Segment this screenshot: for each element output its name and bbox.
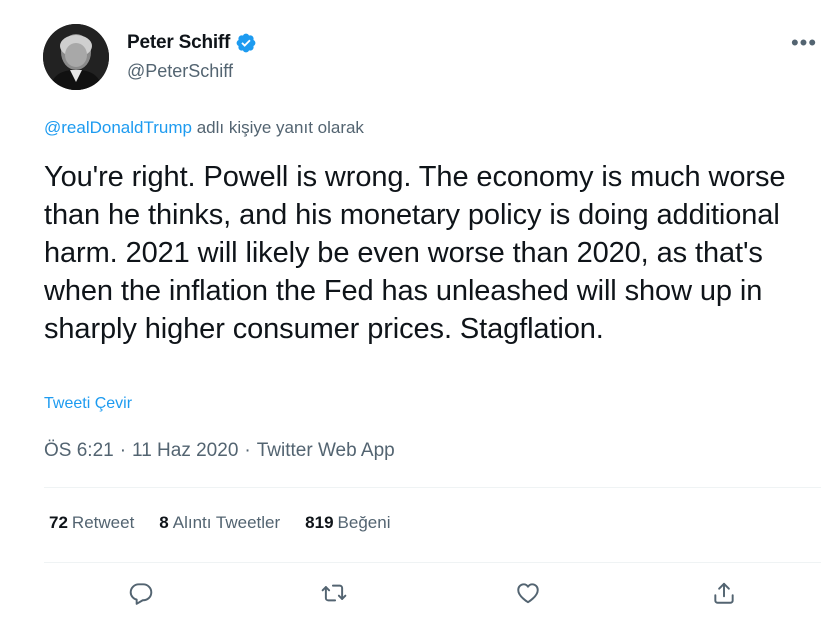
retweets-label: Retweet xyxy=(71,513,135,532)
retweet-button[interactable] xyxy=(316,575,352,611)
quotes-count: 8 xyxy=(159,513,169,532)
reply-mention-link[interactable]: @realDonaldTrump xyxy=(44,118,192,137)
like-icon xyxy=(517,583,539,604)
avatar-photo xyxy=(43,24,109,90)
tweet-metadata: ÖS 6:21 · 11 Haz 2020 · Twitter Web App xyxy=(44,440,395,462)
tweet-text: You're right. Powell is wrong. The econo… xyxy=(44,161,786,345)
author-display-name[interactable]: Peter Schiff xyxy=(127,32,230,54)
likes-label: Beğeni xyxy=(337,513,391,532)
retweets-count: 72 xyxy=(49,513,68,532)
reply-icon xyxy=(129,583,153,605)
tweet-detail: Peter Schiff @PeterSchiff ••• @realDonal… xyxy=(0,0,833,642)
verified-badge-icon xyxy=(235,32,257,54)
retweet-icon xyxy=(321,584,347,602)
quotes-stat[interactable]: 8 Alıntı Tweetler xyxy=(159,513,280,533)
tweet-date[interactable]: 11 Haz 2020 xyxy=(132,440,238,461)
meta-separator: · xyxy=(119,440,127,461)
likes-stat[interactable]: 819 Beğeni xyxy=(305,513,390,533)
translate-tweet-link[interactable]: Tweeti Çevir xyxy=(44,395,132,413)
author-handle[interactable]: @PeterSchiff xyxy=(127,61,233,82)
reply-context: @realDonaldTrump adlı kişiye yanıt olara… xyxy=(44,118,364,138)
divider xyxy=(44,562,821,563)
engagement-stats: 72 Retweet 8 Alıntı Tweetler 819 Beğeni xyxy=(49,513,390,533)
author-name-row[interactable]: Peter Schiff xyxy=(127,32,257,54)
reply-context-text: adlı kişiye yanıt olarak xyxy=(191,118,364,137)
share-button[interactable] xyxy=(706,575,742,611)
tweet-time[interactable]: ÖS 6:21 xyxy=(44,440,114,461)
like-button[interactable] xyxy=(510,575,546,611)
more-horizontal-icon: ••• xyxy=(790,30,818,55)
likes-count: 819 xyxy=(305,513,334,532)
share-icon xyxy=(714,582,734,604)
divider xyxy=(44,487,821,488)
more-options-button[interactable]: ••• xyxy=(789,28,819,58)
reply-button[interactable] xyxy=(123,575,159,611)
meta-separator: · xyxy=(244,440,251,461)
action-bar xyxy=(0,575,833,611)
retweets-stat[interactable]: 72 Retweet xyxy=(49,513,134,533)
avatar[interactable] xyxy=(43,24,109,90)
tweet-source[interactable]: Twitter Web App xyxy=(257,440,395,461)
quotes-label: Alıntı Tweetler xyxy=(172,513,281,532)
